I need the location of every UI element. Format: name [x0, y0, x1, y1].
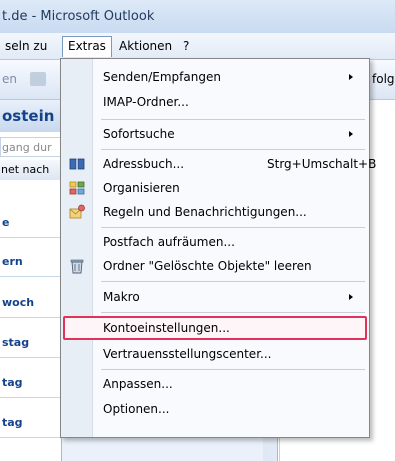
menu-extras[interactable]: Extras: [62, 36, 112, 57]
menu-separator: [101, 149, 365, 150]
menu-item-anpassen[interactable]: Anpassen...: [63, 372, 367, 396]
search-input[interactable]: gang dur: [0, 137, 61, 157]
submenu-arrow-icon: [349, 131, 353, 137]
menu-wechseln-zu[interactable]: seln zu: [0, 36, 52, 57]
menu-item-geloeschte-leeren[interactable]: Ordner "Gelöschte Objekte" leeren: [63, 254, 367, 278]
rules-icon: [69, 204, 85, 219]
menu-aktionen[interactable]: Aktionen: [114, 36, 177, 57]
menu-item-label: Organisieren: [103, 181, 180, 195]
menu-item-label: Anpassen...: [103, 377, 173, 391]
print-icon[interactable]: [30, 72, 46, 86]
extras-menu: Senden/Empfangen IMAP-Ordner... Sofortsu…: [60, 58, 376, 438]
address-book-icon: [69, 158, 85, 170]
group-header[interactable]: tag: [0, 368, 61, 398]
folder-header: ostein: [0, 100, 61, 132]
menu-item-shortcut: Strg+Umschalt+B: [267, 157, 377, 171]
group-header[interactable]: woch: [0, 288, 61, 318]
menu-item-label: Sofortsuche: [103, 127, 175, 141]
menu-item-label: Makro: [103, 290, 140, 304]
menu-item-adressbuch[interactable]: Adressbuch... Strg+Umschalt+B: [63, 152, 376, 176]
menu-item-label: Vertrauensstellungscenter...: [103, 347, 272, 361]
group-header[interactable]: stag: [0, 328, 61, 358]
menu-separator: [101, 281, 365, 282]
menu-separator: [101, 369, 365, 370]
menu-item-vertrauensstellungscenter[interactable]: Vertrauensstellungscenter...: [63, 342, 367, 366]
menu-item-organisieren[interactable]: Organisieren: [63, 176, 367, 200]
organize-icon: [69, 181, 85, 195]
menu-separator: [101, 119, 365, 120]
submenu-arrow-icon: [349, 74, 353, 80]
menu-item-postfach-aufraeumen[interactable]: Postfach aufräumen...: [63, 230, 367, 254]
menu-item-label: Ordner "Gelöschte Objekte" leeren: [103, 259, 312, 273]
window-title: t.de - Microsoft Outlook: [2, 9, 155, 24]
menu-item-label: Regeln und Benachrichtigungen...: [103, 205, 307, 219]
submenu-arrow-icon: [349, 294, 353, 300]
menu-item-label: Postfach aufräumen...: [103, 235, 235, 249]
arrange-by-header[interactable]: net nach: [0, 160, 61, 180]
menu-item-imap-ordner[interactable]: IMAP-Ordner...: [63, 90, 367, 114]
group-header[interactable]: e: [0, 208, 61, 238]
group-header[interactable]: ern: [0, 247, 61, 277]
window-title-bar: t.de - Microsoft Outlook: [0, 0, 395, 33]
menu-item-label: Optionen...: [103, 402, 170, 416]
menu-item-makro[interactable]: Makro: [63, 285, 367, 309]
menu-separator: [101, 227, 365, 228]
menu-item-label: Adressbuch...: [103, 157, 185, 171]
menu-item-label: IMAP-Ordner...: [103, 95, 189, 109]
menu-item-regeln[interactable]: Regeln und Benachrichtigungen...: [63, 200, 367, 224]
toolbar-follow-up-partial[interactable]: folg: [372, 72, 395, 86]
menu-item-kontoeinstellungen[interactable]: Kontoeinstellungen...: [63, 316, 367, 340]
menu-item-label: Kontoeinstellungen...: [103, 321, 230, 335]
empty-trash-icon: [70, 259, 84, 274]
menu-separator: [101, 312, 365, 313]
mail-list-pane: ostein gang dur net nach e ern woch stag…: [0, 100, 62, 461]
toolbar-partial-button[interactable]: en: [2, 72, 17, 86]
menu-item-label: Senden/Empfangen: [103, 70, 221, 84]
menu-item-sofortsuche[interactable]: Sofortsuche: [63, 122, 367, 146]
group-header[interactable]: tag: [0, 408, 61, 438]
menu-item-senden-empfangen[interactable]: Senden/Empfangen: [63, 65, 367, 89]
menu-item-optionen[interactable]: Optionen...: [63, 397, 367, 421]
menu-bar: seln zu Extras Aktionen ?: [0, 33, 395, 60]
menu-help[interactable]: ?: [178, 36, 194, 57]
